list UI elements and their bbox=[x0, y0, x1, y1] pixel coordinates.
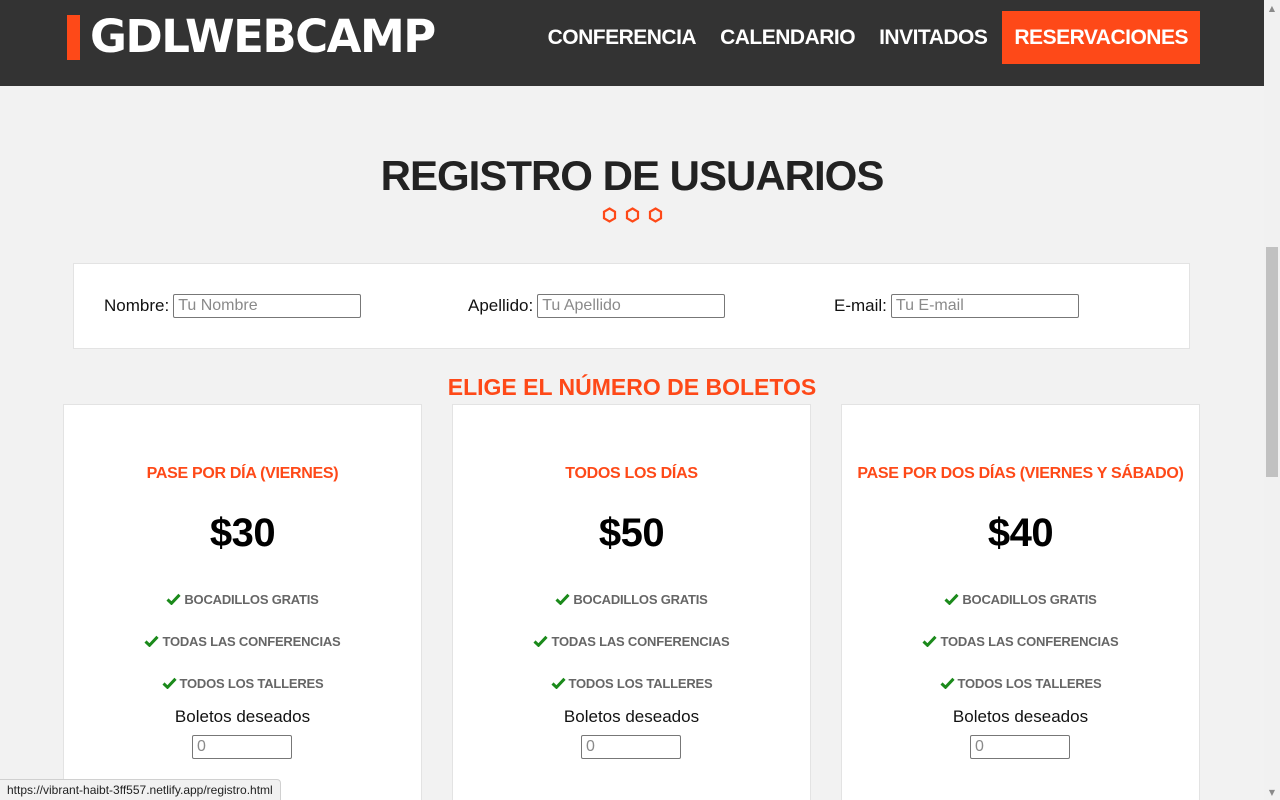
check-icon bbox=[161, 677, 177, 692]
hexagon-icon bbox=[625, 207, 639, 223]
logo-text: GDLWEBCAMP bbox=[90, 10, 436, 63]
nombre-label: Nombre: bbox=[104, 296, 170, 315]
feature-label: BOCADILLOS GRATIS bbox=[184, 592, 319, 607]
feature-label: BOCADILLOS GRATIS bbox=[573, 592, 708, 607]
page-title: REGISTRO DE USUARIOS bbox=[380, 152, 885, 199]
hexagon-icon bbox=[648, 207, 662, 223]
title-divider bbox=[0, 207, 1264, 223]
hexagon-icon bbox=[602, 207, 616, 223]
scroll-up-arrow-icon[interactable]: ▲ bbox=[1264, 0, 1280, 16]
ticket-card-viernes: PASE POR DÍA (VIERNES) $30 BOCADILLOS GR… bbox=[63, 404, 422, 800]
link-status-bar: https://vibrant-haibt-3ff557.netlify.app… bbox=[0, 779, 281, 800]
ticket-price: $50 bbox=[598, 511, 665, 555]
email-label: E-mail: bbox=[834, 296, 887, 315]
nav-link-calendario[interactable]: CALENDARIO bbox=[708, 11, 867, 64]
nombre-field-group: Nombre: bbox=[104, 294, 362, 318]
quantity-label: Boletos deseados bbox=[174, 707, 311, 726]
feature-label: TODAS LAS CONFERENCIAS bbox=[940, 634, 1119, 649]
ticket-title: PASE POR DOS DÍAS (VIERNES Y SÁBADO) bbox=[857, 465, 1184, 482]
check-icon bbox=[939, 677, 955, 692]
ticket-price: $40 bbox=[987, 511, 1054, 555]
check-icon bbox=[533, 635, 549, 650]
feature-item: BOCADILLOS GRATIS bbox=[453, 592, 810, 634]
email-input[interactable] bbox=[890, 294, 1079, 318]
quantity-label: Boletos deseados bbox=[952, 707, 1089, 726]
check-icon bbox=[555, 593, 570, 608]
scrollbar-thumb[interactable] bbox=[1266, 247, 1278, 477]
quantity-input-dos-dias[interactable] bbox=[970, 735, 1070, 759]
nombre-input[interactable] bbox=[173, 294, 362, 318]
ticket-card-dos-dias: PASE POR DOS DÍAS (VIERNES Y SÁBADO) $40… bbox=[841, 404, 1200, 800]
ticket-title: TODOS LOS DÍAS bbox=[565, 465, 698, 482]
apellido-field-group: Apellido: bbox=[468, 294, 726, 318]
apellido-input[interactable] bbox=[537, 294, 726, 318]
user-data-form: Nombre: Apellido: E-mail: bbox=[73, 263, 1190, 349]
tickets-heading: ELIGE EL NÚMERO DE BOLETOS bbox=[447, 374, 817, 400]
feature-label: BOCADILLOS GRATIS bbox=[962, 592, 1097, 607]
scroll-down-arrow-icon[interactable]: ▼ bbox=[1264, 784, 1280, 800]
quantity-label: Boletos deseados bbox=[563, 707, 700, 726]
feature-item: BOCADILLOS GRATIS bbox=[842, 592, 1199, 634]
feature-label: TODOS LOS TALLERES bbox=[568, 676, 713, 691]
ticket-price: $30 bbox=[209, 511, 276, 555]
site-header: GDLWEBCAMP CONFERENCIA CALENDARIO INVITA… bbox=[0, 0, 1264, 86]
quantity-input-viernes[interactable] bbox=[192, 735, 292, 759]
check-icon bbox=[944, 593, 959, 608]
feature-label: TODAS LAS CONFERENCIAS bbox=[162, 634, 341, 649]
logo-accent-bar bbox=[67, 14, 80, 60]
email-field-group: E-mail: bbox=[834, 294, 1079, 318]
site-logo[interactable]: GDLWEBCAMP bbox=[67, 10, 436, 63]
check-icon bbox=[922, 635, 938, 650]
quantity-input-todos-los-dias[interactable] bbox=[581, 735, 681, 759]
ticket-features: BOCADILLOS GRATIS TODAS LAS CONFERENCIAS… bbox=[842, 592, 1199, 718]
feature-item: TODAS LAS CONFERENCIAS bbox=[453, 634, 810, 676]
main-nav: CONFERENCIA CALENDARIO INVITADOS RESERVA… bbox=[536, 11, 1200, 64]
nav-link-conferencia[interactable]: CONFERENCIA bbox=[536, 11, 709, 64]
nav-link-invitados[interactable]: INVITADOS bbox=[867, 11, 999, 64]
nav-link-reservaciones[interactable]: RESERVACIONES bbox=[1002, 11, 1200, 64]
feature-item: TODAS LAS CONFERENCIAS bbox=[64, 634, 421, 676]
vertical-scrollbar[interactable]: ▲ ▼ bbox=[1264, 0, 1280, 800]
ticket-features: BOCADILLOS GRATIS TODAS LAS CONFERENCIAS… bbox=[453, 592, 810, 718]
check-icon bbox=[166, 593, 181, 608]
ticket-title: PASE POR DÍA (VIERNES) bbox=[146, 465, 339, 482]
check-icon bbox=[144, 635, 160, 650]
apellido-label: Apellido: bbox=[468, 296, 534, 315]
feature-label: TODOS LOS TALLERES bbox=[957, 676, 1102, 691]
feature-item: TODAS LAS CONFERENCIAS bbox=[842, 634, 1199, 676]
ticket-card-todos-los-dias: TODOS LOS DÍAS $50 BOCADILLOS GRATIS TOD… bbox=[452, 404, 811, 800]
feature-item: BOCADILLOS GRATIS bbox=[64, 592, 421, 634]
feature-label: TODAS LAS CONFERENCIAS bbox=[551, 634, 730, 649]
check-icon bbox=[550, 677, 566, 692]
feature-label: TODOS LOS TALLERES bbox=[179, 676, 324, 691]
ticket-features: BOCADILLOS GRATIS TODAS LAS CONFERENCIAS… bbox=[64, 592, 421, 718]
